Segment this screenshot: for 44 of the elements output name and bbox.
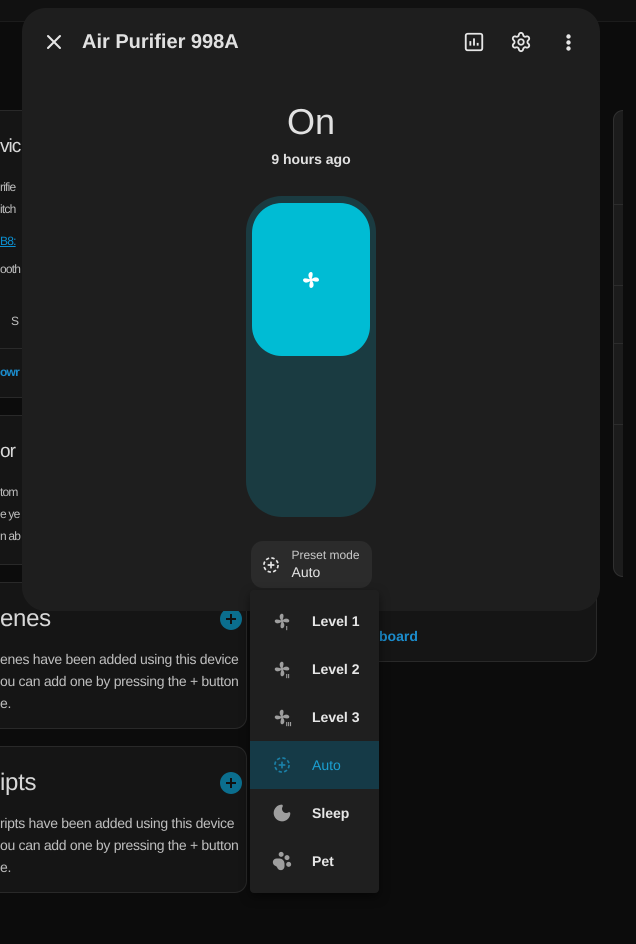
- card-action-link[interactable]: owr: [0, 361, 19, 383]
- bar-chart-icon: [463, 31, 485, 53]
- card-heading: vic: [0, 135, 20, 159]
- dashboard-link[interactable]: board: [379, 628, 418, 644]
- card-text: ou can add one by pressing the + button: [0, 672, 239, 691]
- card-text: e.: [0, 858, 12, 877]
- card-heading: or: [0, 440, 15, 464]
- state-changed-time: 9 hours ago: [271, 150, 351, 169]
- menu-item[interactable]: Level 3: [250, 693, 379, 741]
- card-text: e ye: [0, 506, 20, 523]
- card-text: ooth: [0, 261, 20, 278]
- preset-mode-button[interactable]: Preset mode Auto: [250, 541, 372, 588]
- menu-item[interactable]: Sleep: [250, 789, 379, 837]
- card-link[interactable]: B8:: [0, 230, 16, 252]
- add-button[interactable]: [220, 772, 242, 794]
- card-text: tom: [0, 484, 18, 501]
- card-heading: enes: [0, 604, 51, 634]
- moon-icon: [272, 803, 292, 823]
- fan-speed-icon: [272, 659, 292, 679]
- menu-item[interactable]: Level 1: [250, 597, 379, 645]
- card-text: ripts have been added using this device: [0, 814, 234, 833]
- auto-mode-icon: [260, 554, 280, 574]
- card-text: e.: [0, 694, 12, 713]
- plus-icon: [225, 613, 237, 625]
- card-text: rifie: [0, 179, 16, 196]
- auto-mode-icon: [272, 755, 292, 775]
- fan-speed-icon: [272, 707, 292, 727]
- plus-icon: [225, 777, 237, 789]
- state-value: On: [286, 101, 336, 143]
- power-toggle[interactable]: [246, 196, 376, 517]
- menu-item[interactable]: Auto: [250, 741, 379, 789]
- more-icon: [566, 34, 570, 50]
- menu-item[interactable]: Level 2: [250, 645, 379, 693]
- card-text: enes have been added using this device: [0, 650, 238, 669]
- dialog-title: Air Purifier 998A: [82, 30, 240, 54]
- card-text: ou can add one by pressing the + button: [0, 836, 239, 855]
- paw-icon: [272, 851, 292, 871]
- card-text: n ab: [0, 528, 20, 545]
- card-text: itch: [0, 201, 16, 218]
- card-text: S: [10, 313, 18, 330]
- menu-item[interactable]: Pet: [250, 837, 379, 885]
- fan-speed-icon: [272, 611, 292, 631]
- card-heading: ipts: [0, 768, 36, 798]
- settings-icon: [510, 31, 532, 53]
